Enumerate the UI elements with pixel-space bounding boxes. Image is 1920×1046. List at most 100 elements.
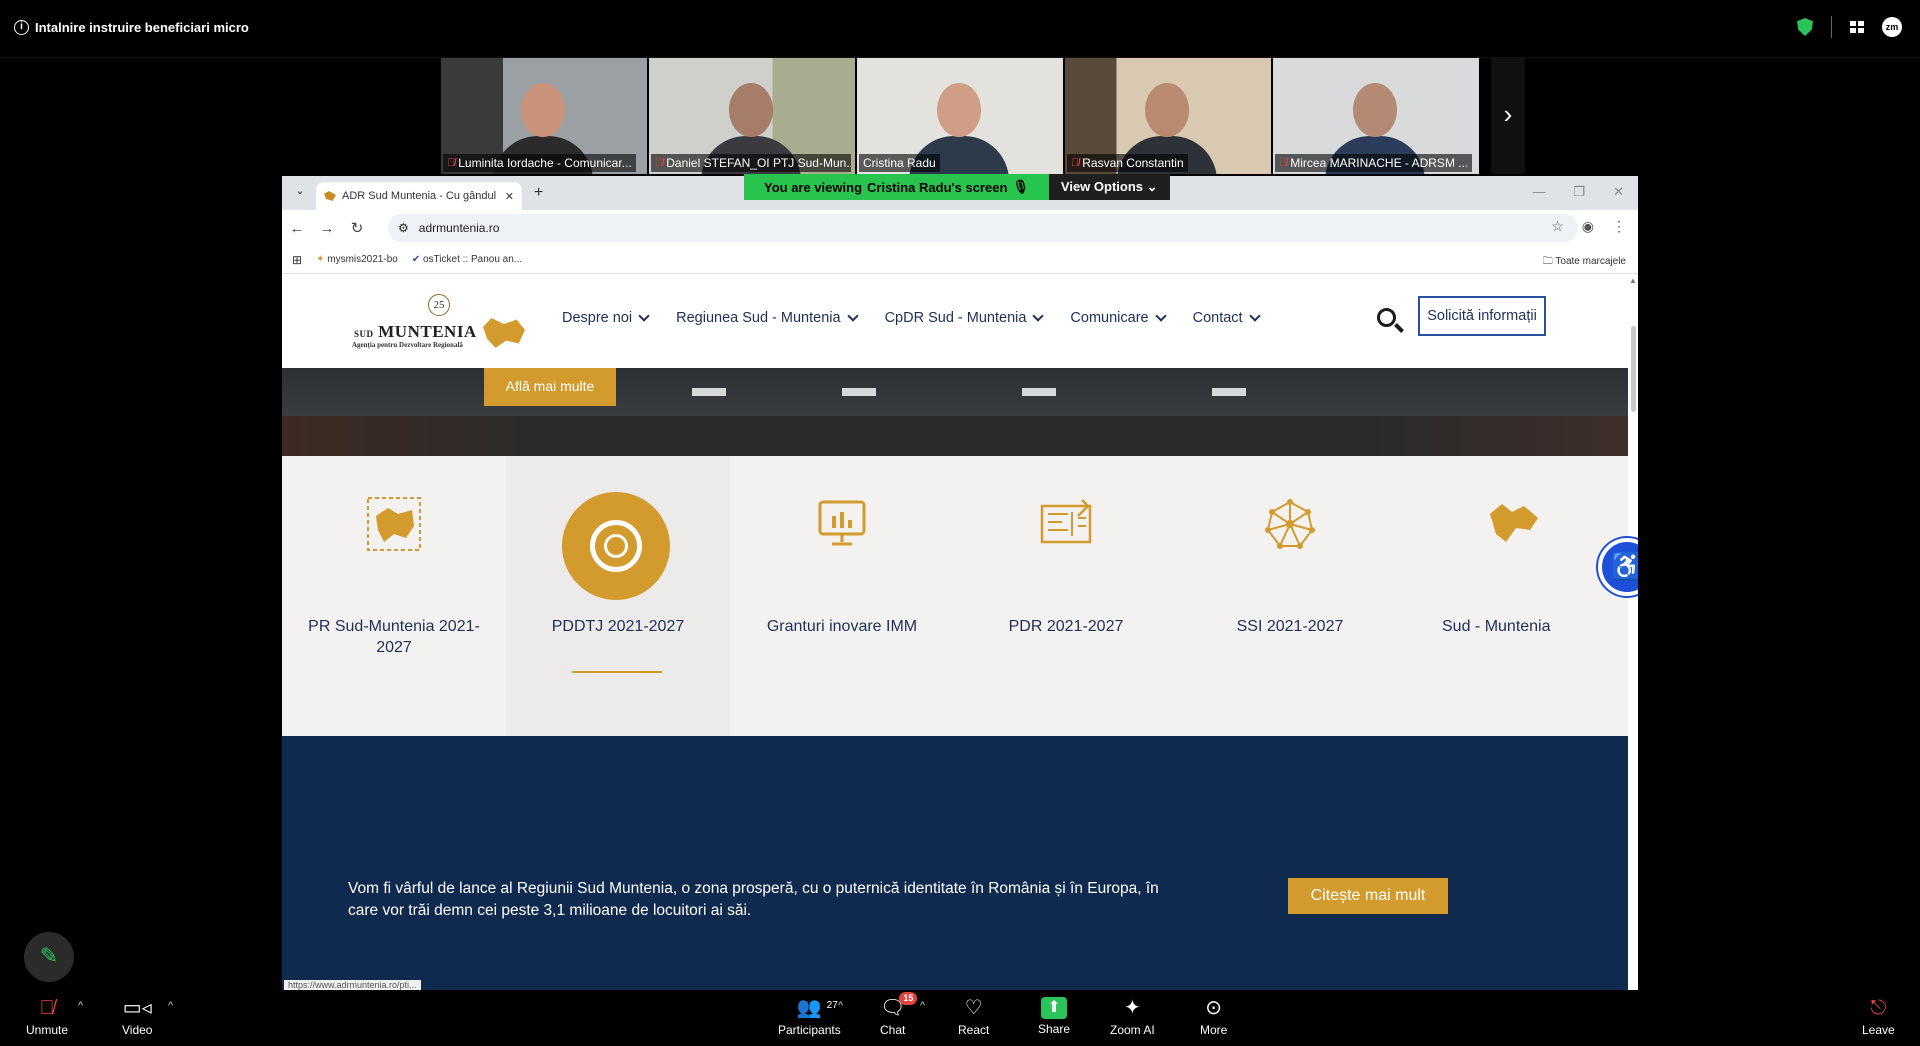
- hero-photo-table: [282, 416, 1628, 456]
- participant-tile[interactable]: 🎙̸ Rasvan Constantin: [1065, 58, 1271, 174]
- logo-subtitle: Agenția pentru Dezvoltare Regională: [352, 341, 463, 349]
- chat-chevron-icon[interactable]: ^: [920, 1000, 925, 1012]
- all-bookmarks[interactable]: 🗀 Toate marcajele: [1543, 254, 1626, 271]
- category-label: PDR 2021-2027: [1008, 618, 1124, 635]
- encryption-shield-icon[interactable]: [1797, 18, 1813, 36]
- mic-icon: 🎙: [1012, 179, 1029, 194]
- view-options-label: View Options: [1060, 179, 1144, 194]
- forward-arrow-icon[interactable]: →: [312, 220, 342, 237]
- logo-prefix: SUD: [354, 329, 374, 339]
- nav-label: Regiunea Sud - Muntenia: [676, 310, 841, 326]
- participants-button[interactable]: 👥 27 Participants: [778, 996, 841, 1037]
- blueprint-icon: [1040, 499, 1092, 544]
- pddtj-logo-icon: [562, 492, 670, 600]
- participant-tile[interactable]: 🎙̸ Mircea MARINACHE - ADRSM ...: [1273, 58, 1479, 174]
- share-button[interactable]: ⬆ Share: [1038, 996, 1070, 1036]
- participants-chevron-icon[interactable]: ^: [838, 1000, 843, 1012]
- video-button[interactable]: ▭◃ Video: [122, 996, 152, 1037]
- participant-tile-active-speaker[interactable]: Cristina Radu: [857, 58, 1063, 174]
- heart-react-icon: ♡: [964, 997, 983, 1019]
- unmute-button[interactable]: 🎙̸ Unmute: [26, 996, 68, 1037]
- tab-search-chevron-icon[interactable]: ⌄: [290, 184, 310, 202]
- category-label: SSI 2021-2027: [1236, 618, 1344, 635]
- chat-button[interactable]: 🗨 15 Chat: [880, 992, 918, 1037]
- learn-more-button[interactable]: Află mai multe: [484, 368, 616, 406]
- nav-item-contact[interactable]: Contact: [1192, 309, 1261, 326]
- audio-options-chevron-icon[interactable]: ^: [78, 1000, 83, 1012]
- nav-label: CpDR Sud - Muntenia: [884, 310, 1027, 326]
- more-button[interactable]: ⊙ More: [1200, 996, 1227, 1037]
- participant-tile[interactable]: 🎙̸ Daniel STEFAN_OI PTJ Sud-Mun...: [649, 58, 855, 174]
- chat-label: Chat: [880, 1023, 906, 1037]
- new-tab-plus-icon[interactable]: +: [534, 184, 543, 202]
- category-card[interactable]: Granturi inovare IMM: [730, 456, 954, 736]
- read-more-button[interactable]: Citește mai mult: [1288, 878, 1448, 914]
- address-bar[interactable]: ⚙ adrmuntenia.ro: [388, 214, 1578, 242]
- page-scrollbar[interactable]: ▲: [1628, 274, 1638, 990]
- profile-icon[interactable]: ◉: [1582, 218, 1594, 235]
- shared-browser-window: ⌄ ADR Sud Muntenia - Cu gândul ✕ + — ❐ ✕…: [282, 176, 1638, 990]
- back-arrow-icon[interactable]: ←: [282, 220, 312, 237]
- category-card[interactable]: PDR 2021-2027: [954, 456, 1178, 736]
- video-options-chevron-icon[interactable]: ^: [168, 1000, 173, 1012]
- bookmark-favicon-icon: ✦: [316, 254, 325, 265]
- menu-dots-icon[interactable]: ⋮: [1612, 218, 1626, 235]
- nav-item-comunicare[interactable]: Comunicare: [1070, 309, 1167, 326]
- site-settings-icon[interactable]: ⚙: [398, 221, 409, 235]
- region-map-icon: [1490, 504, 1538, 542]
- main-navigation: Despre noi Regiunea Sud - Muntenia CpDR …: [562, 309, 1261, 326]
- more-label: More: [1200, 1023, 1228, 1037]
- nav-item-regiunea[interactable]: Regiunea Sud - Muntenia: [676, 309, 859, 326]
- participant-tile[interactable]: 🎙̸ Luminita Iordache - Comunicar...: [441, 58, 647, 174]
- meeting-info[interactable]: i Intalnire instruire beneficiari micro: [14, 20, 249, 35]
- info-icon[interactable]: i: [14, 20, 29, 35]
- leave-button[interactable]: ⎋ Leave: [1862, 996, 1895, 1037]
- category-row: PR Sud-Muntenia 2021-2027 PDDTJ 2021-202…: [282, 456, 1628, 736]
- leave-door-icon: ⎋: [1870, 997, 1887, 1019]
- all-bookmarks-label: Toate marcajele: [1555, 256, 1626, 267]
- nav-label: Comunicare: [1070, 310, 1149, 326]
- participants-icon: 👥 27: [797, 996, 838, 1020]
- unmute-label: Unmute: [26, 1023, 69, 1037]
- react-button[interactable]: ♡ React: [958, 996, 989, 1037]
- search-icon[interactable]: [1377, 308, 1404, 334]
- nav-item-cpdr[interactable]: CpDR Sud - Muntenia: [884, 309, 1045, 326]
- bookmark-item[interactable]: ✔ osTicket :: Panou an...: [412, 254, 522, 265]
- zoom-window: i Intalnire instruire beneficiari micro …: [0, 0, 1920, 1046]
- viewing-name: Cristina Radu's screen: [867, 179, 1008, 195]
- restore-icon[interactable]: ❐: [1573, 184, 1585, 200]
- nav-label: Contact: [1192, 310, 1243, 326]
- category-card[interactable]: PR Sud-Muntenia 2021-2027: [282, 456, 506, 736]
- view-layout-icon[interactable]: [1850, 21, 1864, 33]
- view-options-button[interactable]: View Options ⌄: [1048, 174, 1170, 200]
- close-window-icon[interactable]: ✕: [1613, 184, 1624, 200]
- close-tab-icon[interactable]: ✕: [505, 190, 514, 203]
- link-status-url: https://www.adrmuntenia.ro/pti...: [284, 980, 421, 990]
- category-label: Granturi inovare IMM: [766, 618, 918, 635]
- scroll-up-arrow-icon[interactable]: ▲: [1629, 276, 1637, 285]
- category-card[interactable]: Sud - Muntenia: [1402, 456, 1626, 736]
- bookmark-label: osTicket :: Panou an...: [423, 254, 523, 265]
- minimize-icon[interactable]: —: [1532, 184, 1545, 200]
- logo-name: MUNTENIA: [378, 322, 477, 341]
- apps-grid-icon[interactable]: ⊞: [292, 253, 302, 267]
- chevron-down-icon: [638, 309, 650, 322]
- category-card[interactable]: SSI 2021-2027: [1178, 456, 1402, 736]
- anniversary-badge: 25: [428, 294, 450, 316]
- nav-item-despre-noi[interactable]: Despre noi: [562, 309, 650, 326]
- request-info-button[interactable]: Solicită informații: [1418, 296, 1546, 336]
- zoom-ai-button[interactable]: ✦ Zoom AI: [1110, 996, 1155, 1037]
- bookmark-star-icon[interactable]: ☆: [1551, 218, 1564, 235]
- reload-icon[interactable]: ↻: [342, 219, 372, 237]
- next-page-chevron-icon[interactable]: ›: [1491, 58, 1525, 174]
- zoom-logo-icon: zm: [1882, 17, 1902, 37]
- category-card-selected[interactable]: PDDTJ 2021-2027: [506, 456, 730, 736]
- browser-tab[interactable]: ADR Sud Muntenia - Cu gândul ✕: [316, 182, 522, 210]
- more-dots-icon: ⊙: [1205, 997, 1223, 1019]
- bookmark-item[interactable]: ✦ mysmis2021-bo: [316, 254, 398, 265]
- adr-logo[interactable]: 25 SUD MUNTENIA Agenția pentru Dezvoltar…: [348, 294, 525, 352]
- scrollbar-thumb[interactable]: [1631, 326, 1636, 412]
- annotate-pencil-icon[interactable]: ✎: [24, 932, 74, 982]
- vision-statement: Vom fi vârful de lance al Regiunii Sud M…: [348, 880, 1159, 919]
- chevron-down-icon: [1248, 309, 1261, 322]
